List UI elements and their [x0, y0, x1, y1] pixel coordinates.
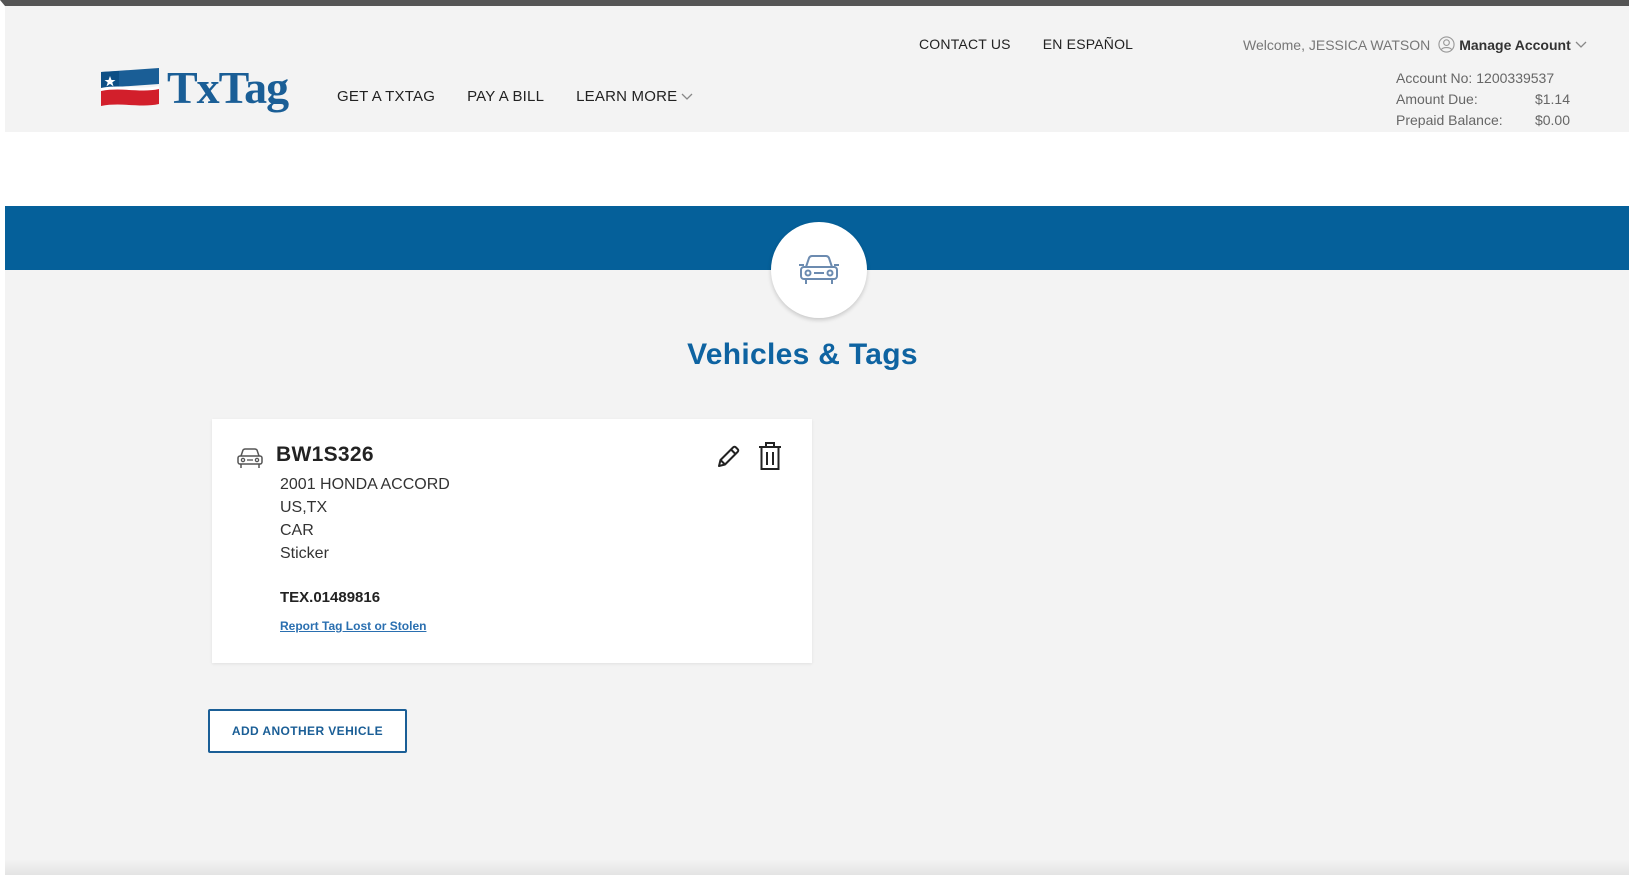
account-summary: Account No: 1200339537 Amount Due: $1.14… — [1396, 68, 1570, 131]
site-header: TxTag GET A TXTAG PAY A BILL LEARN MORE … — [5, 6, 1629, 132]
manage-account-button[interactable]: Manage Account — [1438, 36, 1587, 53]
pencil-icon[interactable] — [714, 443, 742, 471]
logo-wordmark: TxTag — [167, 62, 289, 113]
chevron-down-icon — [681, 93, 693, 100]
amount-due-label: Amount Due: — [1396, 91, 1478, 107]
add-vehicle-button[interactable]: ADD ANOTHER VEHICLE — [208, 709, 407, 753]
tag-number: TEX.01489816 — [280, 589, 381, 606]
vehicle-card: BW1S326 2001 HONDA ACCORD US,TX CAR Stic… — [212, 419, 812, 663]
license-plate: BW1S326 — [276, 443, 374, 466]
nav-label: LEARN MORE — [576, 88, 678, 105]
manage-account-label: Manage Account — [1459, 36, 1571, 53]
texas-flag-icon — [101, 67, 159, 106]
txtag-logo[interactable]: TxTag — [101, 61, 289, 114]
utility-nav: CONTACT US EN ESPAÑOL — [919, 36, 1133, 52]
trash-icon[interactable] — [758, 441, 782, 471]
account-number-row: Account No: 1200339537 — [1396, 68, 1570, 89]
prepaid-balance-row: Prepaid Balance: $0.00 — [1396, 110, 1570, 131]
user-circle-icon — [1438, 36, 1455, 53]
nav-label: PAY A BILL — [467, 88, 545, 105]
bottom-edge — [5, 860, 1629, 875]
section-badge — [771, 222, 867, 318]
nav-learn-more[interactable]: LEARN MORE — [576, 88, 693, 105]
header-spacer — [5, 132, 1629, 206]
chevron-down-icon — [1575, 41, 1587, 48]
vehicle-location: US,TX — [280, 499, 328, 516]
vehicle-description: 2001 HONDA ACCORD — [280, 476, 450, 493]
account-number-label: Account No: — [1396, 70, 1473, 86]
account-number: 1200339537 — [1476, 70, 1555, 86]
car-icon — [237, 448, 263, 468]
nav-pay-bill[interactable]: PAY A BILL — [467, 88, 544, 105]
amount-due-row: Amount Due: $1.14 — [1396, 89, 1570, 110]
prepaid-balance: $0.00 — [1534, 112, 1570, 128]
nav-get-txtag[interactable]: GET A TXTAG — [337, 88, 435, 105]
tag-style: Sticker — [280, 545, 329, 562]
nav-label: GET A TXTAG — [337, 88, 436, 105]
vehicle-type: CAR — [280, 522, 314, 539]
car-icon — [799, 255, 839, 284]
welcome-area: Welcome, JESSICA WATSON Manage Account — [1243, 36, 1587, 53]
main-nav: GET A TXTAG PAY A BILL LEARN MORE — [337, 88, 693, 105]
page-title: Vehicles & Tags — [687, 338, 918, 371]
contact-us-link[interactable]: CONTACT US — [919, 36, 1011, 52]
prepaid-balance-label: Prepaid Balance: — [1396, 112, 1503, 128]
welcome-text: Welcome, JESSICA WATSON — [1243, 36, 1431, 53]
amount-due: $1.14 — [1534, 91, 1570, 107]
vehicle-details: 2001 HONDA ACCORD US,TX CAR Sticker — [280, 473, 450, 565]
spanish-link[interactable]: EN ESPAÑOL — [1043, 36, 1133, 52]
report-lost-stolen-link[interactable]: Report Tag Lost or Stolen — [280, 619, 426, 633]
